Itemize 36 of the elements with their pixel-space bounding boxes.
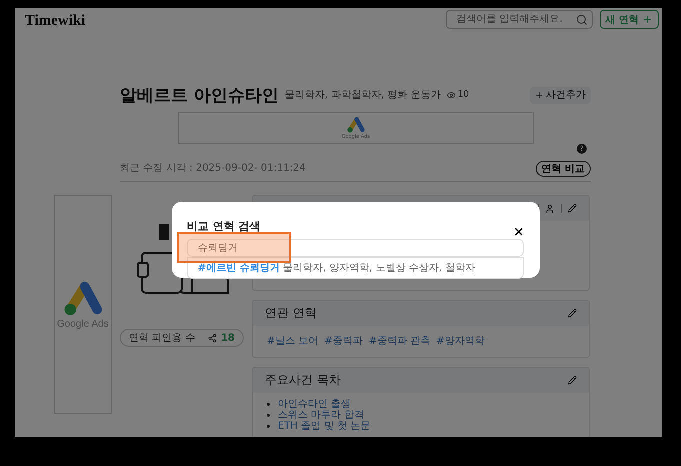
- citation-count-pill: 연혁 피인용 수 18: [120, 329, 244, 347]
- event-link[interactable]: ETH 졸업 및 첫 논문: [278, 421, 371, 432]
- search-icon[interactable]: [576, 14, 588, 26]
- share-icon: [208, 334, 218, 342]
- dialog-title: 비교 연혁 검색: [187, 219, 261, 234]
- last-modified-text: 최근 수정 시각 : 2025-09-02- 01:11:24: [120, 162, 306, 175]
- compare-button[interactable]: 연혁 비교: [536, 161, 591, 177]
- plus-icon: [535, 90, 544, 100]
- eye-icon: [446, 90, 456, 100]
- page-title: 알베르트 아인슈타인: [120, 84, 279, 106]
- edit-icon[interactable]: [568, 309, 577, 318]
- person-icon[interactable]: [545, 204, 555, 214]
- edit-icon[interactable]: [568, 376, 577, 385]
- panel-title: 연관 연혁: [265, 305, 317, 322]
- new-timeline-button[interactable]: 새 연혁: [600, 10, 659, 29]
- tag-link[interactable]: #중력파 관측: [368, 334, 431, 348]
- search-result-item[interactable]: #에르빈 슈뢰딩거 물리학자, 양자역학, 노벨상 수상자, 철학자: [187, 257, 524, 279]
- search-field[interactable]: 슈뢰딩거: [187, 239, 524, 257]
- plus-icon: [642, 14, 653, 25]
- tag-link[interactable]: #닐스 보어: [267, 334, 319, 348]
- bullet-icon: [267, 425, 270, 428]
- edit-icon[interactable]: [568, 204, 577, 213]
- bullet-icon: [267, 414, 270, 417]
- add-event-button[interactable]: 사건추가: [530, 86, 591, 104]
- subtitle: 물리학자, 과학철학자, 평화 운동가: [284, 89, 441, 102]
- search-field[interactable]: 검색어를 입력해주세요.: [446, 10, 593, 29]
- view-count: 10: [446, 90, 470, 100]
- panel-title: 주요사건 목차: [265, 372, 341, 389]
- bullet-icon: [267, 403, 270, 406]
- tag-link[interactable]: #양자역학: [436, 334, 485, 348]
- tag-link[interactable]: #중력파: [324, 334, 363, 348]
- event-link[interactable]: 아인슈타인 출생: [278, 399, 352, 410]
- site-logo[interactable]: Timewiki: [25, 13, 86, 30]
- ad-logo-icon: [345, 116, 367, 134]
- close-button[interactable]: [513, 226, 525, 238]
- event-link[interactable]: 스위스 마투라 합격: [278, 410, 364, 421]
